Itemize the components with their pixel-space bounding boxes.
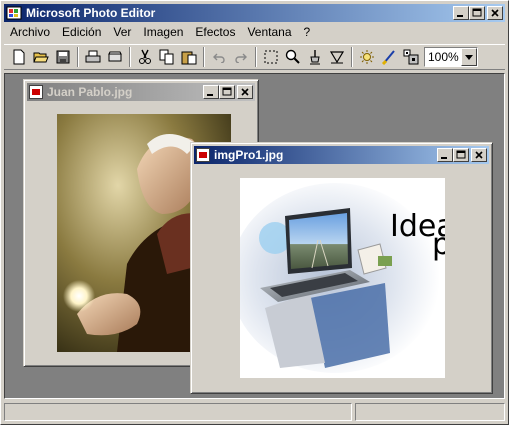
close-button[interactable] bbox=[237, 85, 253, 99]
photo-editor-window: Microsoft Photo Editor Archivo Edición V… bbox=[0, 0, 509, 425]
scan-icon[interactable] bbox=[104, 46, 126, 68]
copy-icon[interactable] bbox=[156, 46, 178, 68]
toolbar-separator bbox=[129, 47, 131, 67]
document-window-imgpro1[interactable]: imgPro1.jpg Ide bbox=[190, 142, 493, 394]
document-icon bbox=[196, 148, 210, 162]
photo-editor-app-icon[interactable] bbox=[6, 5, 22, 21]
laptop-image[interactable]: Idea p bbox=[240, 178, 445, 378]
zoom-value[interactable]: 100% bbox=[425, 50, 461, 64]
close-button[interactable] bbox=[487, 6, 503, 20]
document-title-bar[interactable]: imgPro1.jpg bbox=[194, 146, 489, 164]
menu-imagen[interactable]: Imagen bbox=[137, 23, 189, 42]
document-client-area: Idea p bbox=[194, 165, 489, 390]
status-bar bbox=[4, 403, 505, 422]
maximize-button[interactable] bbox=[453, 148, 469, 162]
document-title: imgPro1.jpg bbox=[214, 148, 284, 162]
document-icon bbox=[29, 85, 43, 99]
mdi-workspace: Juan Pablo.jpg imgPro1.jpg Ide bbox=[4, 73, 505, 399]
save-icon[interactable] bbox=[52, 46, 74, 68]
toolbar: 100% bbox=[4, 44, 505, 70]
cut-icon[interactable] bbox=[134, 46, 156, 68]
zoom-combobox[interactable]: 100% bbox=[424, 47, 478, 67]
document-title: Juan Pablo.jpg bbox=[47, 85, 133, 99]
toolbar-separator bbox=[77, 47, 79, 67]
menu-archivo[interactable]: Archivo bbox=[4, 23, 56, 42]
menu-ver[interactable]: Ver bbox=[107, 23, 137, 42]
minimize-button[interactable] bbox=[437, 148, 453, 162]
toolbar-separator bbox=[255, 47, 257, 67]
title-bar[interactable]: Microsoft Photo Editor bbox=[4, 4, 505, 22]
print-icon[interactable] bbox=[82, 46, 104, 68]
maximize-button[interactable] bbox=[219, 85, 235, 99]
undo-icon[interactable] bbox=[208, 46, 230, 68]
window-title: Microsoft Photo Editor bbox=[26, 6, 156, 20]
smudge-icon[interactable] bbox=[304, 46, 326, 68]
transparent-icon[interactable] bbox=[326, 46, 348, 68]
minimize-button[interactable] bbox=[453, 6, 469, 20]
minimize-button[interactable] bbox=[203, 85, 219, 99]
balance-icon[interactable] bbox=[378, 46, 400, 68]
open-icon[interactable] bbox=[30, 46, 52, 68]
toolbar-separator bbox=[203, 47, 205, 67]
select-icon[interactable] bbox=[260, 46, 282, 68]
paste-icon[interactable] bbox=[178, 46, 200, 68]
menu-help[interactable]: ? bbox=[298, 23, 317, 42]
chevron-down-icon[interactable] bbox=[461, 48, 477, 66]
menu-bar: Archivo Edición Ver Imagen Efectos Venta… bbox=[4, 23, 505, 42]
image-text-p: p bbox=[432, 227, 445, 262]
new-icon[interactable] bbox=[8, 46, 30, 68]
toolbar-separator bbox=[351, 47, 353, 67]
resample-icon[interactable] bbox=[400, 46, 422, 68]
status-panel-main bbox=[4, 403, 352, 421]
status-panel-secondary bbox=[355, 403, 505, 421]
redo-icon[interactable] bbox=[230, 46, 252, 68]
menu-edicion[interactable]: Edición bbox=[56, 23, 107, 42]
menu-efectos[interactable]: Efectos bbox=[189, 23, 241, 42]
menu-ventana[interactable]: Ventana bbox=[241, 23, 297, 42]
close-button[interactable] bbox=[471, 148, 487, 162]
document-title-bar[interactable]: Juan Pablo.jpg bbox=[27, 83, 255, 101]
effect-icon[interactable] bbox=[356, 46, 378, 68]
zoom-icon[interactable] bbox=[282, 46, 304, 68]
maximize-button[interactable] bbox=[469, 6, 485, 20]
